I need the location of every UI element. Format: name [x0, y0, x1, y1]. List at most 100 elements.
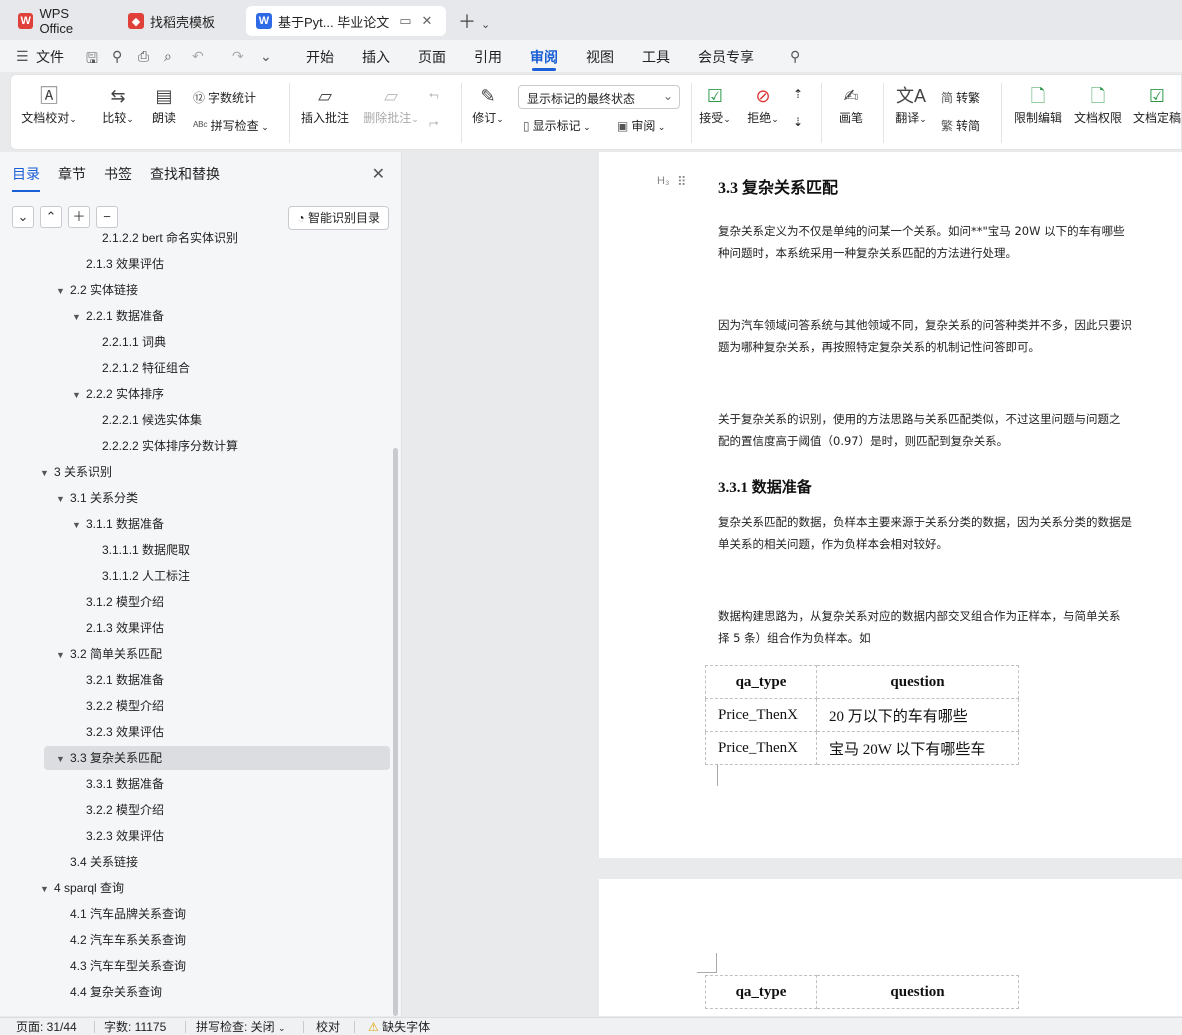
revise-button[interactable]: ✎ 修订⌄: [469, 83, 507, 126]
expand-caret-icon[interactable]: ▼: [72, 513, 86, 537]
menu-view[interactable]: 视图: [586, 47, 614, 67]
menu-page[interactable]: 页面: [418, 47, 446, 67]
toc-item[interactable]: 2.2.1.2 特征组合: [102, 356, 190, 380]
doc-rights-button[interactable]: 🗋 文档权限: [1073, 83, 1123, 126]
restore-icon[interactable]: ▭: [399, 13, 411, 29]
expand-caret-icon[interactable]: ▼: [40, 877, 54, 901]
print-preview-icon[interactable]: ⌕: [164, 48, 172, 65]
close-icon[interactable]: ✕: [372, 164, 385, 184]
toc-item[interactable]: 3.1.2 模型介绍: [86, 590, 164, 614]
toc-item[interactable]: 3.2.2 模型介绍: [86, 694, 164, 718]
toc-item[interactable]: 4.1 汽车品牌关系查询: [70, 902, 186, 926]
review-pane-button[interactable]: ▣ 审阅 ⌄: [617, 117, 665, 134]
toc-item[interactable]: 3.3.1 数据准备: [86, 772, 164, 796]
remove-level-button[interactable]: −: [96, 206, 118, 228]
delete-comment-button[interactable]: ▱ 删除批注⌄: [361, 83, 421, 126]
save-icon[interactable]: 🖫: [86, 48, 98, 72]
toc-item[interactable]: ▼ 2.2 实体链接: [56, 278, 138, 302]
close-icon[interactable]: ✕: [422, 13, 433, 29]
link-icon[interactable]: ⚲: [112, 48, 122, 65]
expand-caret-icon[interactable]: ▼: [72, 305, 86, 329]
toc-item[interactable]: ▼ 3.3 复杂关系匹配: [56, 746, 162, 770]
expand-caret-icon[interactable]: ▼: [56, 279, 70, 303]
restrict-edit-button[interactable]: 🗋 限制编辑: [1013, 83, 1063, 126]
display-state-select[interactable]: 显示标记的最终状态 ⌄: [518, 85, 680, 109]
toc-item[interactable]: 3.4 关系链接: [70, 850, 138, 874]
toc-item[interactable]: 2.2.2.2 实体排序分数计算: [102, 434, 238, 458]
menu-insert[interactable]: 插入: [362, 47, 390, 67]
read-aloud-button[interactable]: ▤ 朗读: [147, 83, 181, 126]
redo-icon[interactable]: ↷: [232, 48, 244, 65]
word-count-button[interactable]: ⑫ 字数统计: [193, 89, 256, 106]
tab-wps-office[interactable]: W WPS Office: [8, 6, 114, 36]
proofread-status[interactable]: 校对: [316, 1018, 340, 1035]
search-icon[interactable]: ⚲: [790, 48, 800, 65]
toc-item[interactable]: 3.2.1 数据准备: [86, 668, 164, 692]
insert-comment-button[interactable]: ▱ 插入批注: [299, 83, 351, 126]
tab-template[interactable]: ◆ 找稻壳模板: [118, 6, 242, 36]
heading-marker[interactable]: H₃: [657, 175, 669, 187]
toc-item[interactable]: ▼ 2.2.2 实体排序: [72, 382, 164, 406]
collapse-down-button[interactable]: ⌄: [12, 206, 34, 228]
toc-item[interactable]: 2.1.3 效果评估: [86, 616, 164, 640]
toc-item[interactable]: 2.2.2.1 候选实体集: [102, 408, 202, 432]
compare-button[interactable]: ⇆ 比较⌄: [95, 83, 141, 126]
toc-item[interactable]: 4.2 汽车车系关系查询: [70, 928, 186, 952]
toc-item[interactable]: 2.1.2.2 bert 命名实体识别: [102, 226, 238, 250]
expand-caret-icon[interactable]: ▼: [56, 747, 70, 771]
expand-caret-icon[interactable]: ▼: [56, 487, 70, 511]
missing-font-status[interactable]: ⚠ 缺失字体: [368, 1018, 430, 1035]
menu-reference[interactable]: 引用: [474, 47, 502, 67]
translate-button[interactable]: 文A 翻译⌄: [891, 83, 931, 126]
toc-item[interactable]: ▼ 3 关系识别: [40, 460, 112, 484]
menu-member[interactable]: 会员专享: [698, 47, 754, 67]
toc-item[interactable]: 3.2.3 效果评估: [86, 824, 164, 848]
chevron-down-icon[interactable]: ⌄: [260, 48, 272, 65]
toc-item[interactable]: ▼ 2.2.1 数据准备: [72, 304, 164, 328]
menu-start[interactable]: 开始: [306, 47, 334, 67]
toc-item[interactable]: ▼ 3.2 简单关系匹配: [56, 642, 162, 666]
show-marks-button[interactable]: ▯ 显示标记 ⌄: [523, 117, 591, 134]
toc-item[interactable]: 3.2.2 模型介绍: [86, 798, 164, 822]
menu-tools[interactable]: 工具: [642, 47, 670, 67]
prev-comment-icon[interactable]: ⮢: [429, 87, 439, 102]
add-level-button[interactable]: ＋: [68, 206, 90, 228]
next-change-icon[interactable]: ⇣: [793, 115, 803, 129]
toc-item[interactable]: 2.2.1.1 词典: [102, 330, 166, 354]
expand-caret-icon[interactable]: ▼: [40, 461, 54, 485]
menu-file[interactable]: 文件: [36, 47, 64, 67]
toc-item[interactable]: 3.1.1.1 数据爬取: [102, 538, 190, 562]
toc-item[interactable]: 4.3 汽车车型关系查询: [70, 954, 186, 978]
next-comment-icon[interactable]: ⮣: [429, 115, 439, 130]
pen-button[interactable]: ✍ 画笔: [833, 83, 869, 126]
tab-bookmarks[interactable]: 书签: [104, 164, 132, 192]
print-icon[interactable]: ⎙: [138, 48, 149, 65]
reject-button[interactable]: ⊘ 拒绝⌄: [745, 83, 781, 126]
expand-caret-icon[interactable]: ▼: [72, 383, 86, 407]
toc-item[interactable]: 2.1.3 效果评估: [86, 252, 164, 276]
collapse-up-button[interactable]: ⌃: [40, 206, 62, 228]
tab-document[interactable]: W 基于Pyt... 毕业论文 ▭ ✕: [246, 6, 446, 36]
tab-sections[interactable]: 章节: [58, 164, 86, 192]
expand-caret-icon[interactable]: ▼: [56, 643, 70, 667]
tab-find-replace[interactable]: 查找和替换: [150, 164, 220, 192]
new-tab-button[interactable]: ＋ ⌄: [458, 8, 490, 34]
to-simplified-button[interactable]: 繁转简: [941, 117, 980, 134]
accept-button[interactable]: ☑ 接受⌄: [697, 83, 733, 126]
toc-item[interactable]: ▼ 3.1.1 数据准备: [72, 512, 164, 536]
finalize-button[interactable]: ☑ 文档定稿: [1131, 83, 1182, 126]
spell-check-button[interactable]: ᴬᴮᶜ 拼写检查 ⌄: [193, 117, 269, 134]
toc-item[interactable]: 4.4 复杂关系查询: [70, 980, 162, 1004]
word-count[interactable]: 字数: 11175: [104, 1018, 166, 1035]
proofread-button[interactable]: 🄰 文档校对⌄: [21, 83, 77, 126]
smart-toc-button[interactable]: ◔ 智能识别目录: [288, 206, 389, 230]
toc-item[interactable]: ▼ 3.1 关系分类: [56, 486, 138, 510]
drag-handle-icon[interactable]: ⠿: [677, 174, 687, 190]
undo-icon[interactable]: ↶: [192, 48, 204, 65]
hamburger-icon[interactable]: ☰: [16, 48, 29, 65]
prev-change-icon[interactable]: ⇡: [793, 87, 803, 101]
menu-review[interactable]: 审阅: [530, 47, 558, 67]
spell-check-status[interactable]: 拼写检查: 关闭 ⌄: [196, 1018, 286, 1035]
toc-item[interactable]: 3.2.3 效果评估: [86, 720, 164, 744]
toc-item[interactable]: 3.1.1.2 人工标注: [102, 564, 190, 588]
